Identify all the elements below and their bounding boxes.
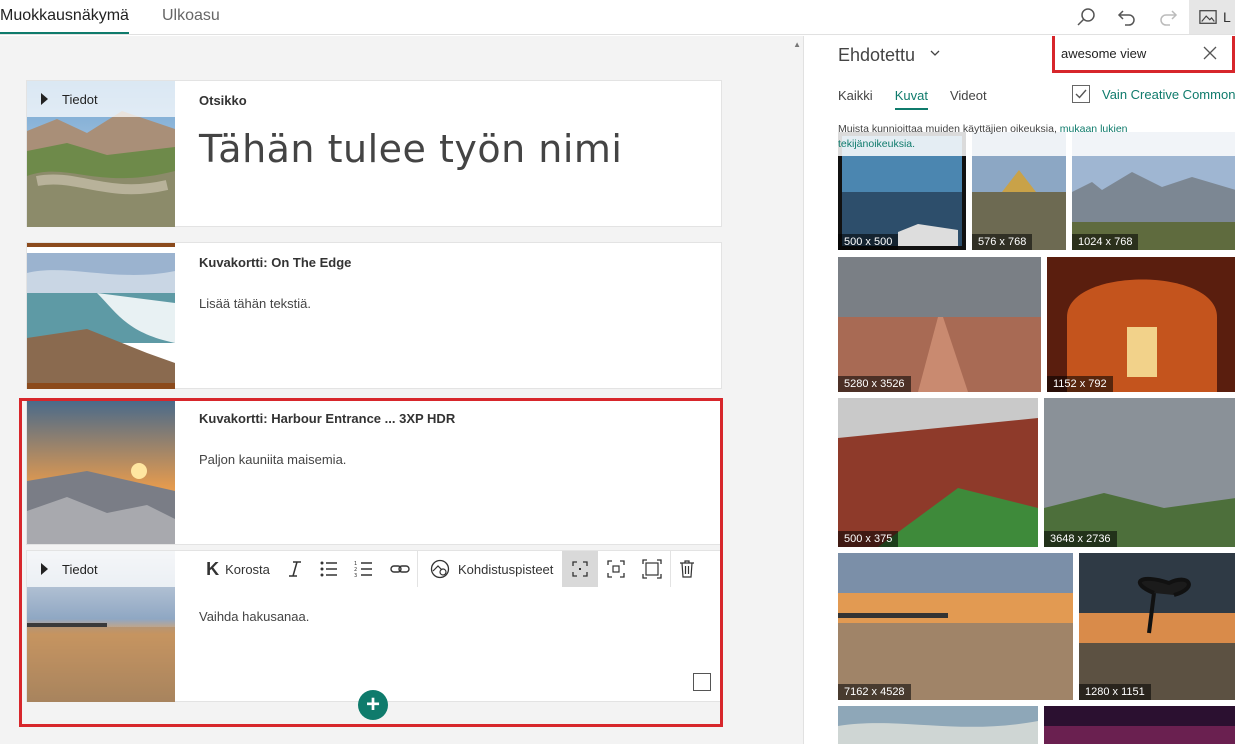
creative-commons-toggle[interactable]: Vain Creative Commons [1072,85,1235,103]
image-size-label: 3648 x 2736 [1044,531,1117,547]
add-card-button[interactable]: + [358,690,388,720]
image-size-label: 576 x 768 [972,234,1033,250]
filter-all[interactable]: Kaikki [838,88,873,110]
result-image[interactable]: 3648 x 2736 [1044,398,1235,547]
details-toggle[interactable]: Tiedot [27,81,175,117]
copyright-notice: Muista kunnioittaa muiden käyttäjien oik… [804,122,1235,156]
search-box [1052,36,1235,73]
result-image[interactable] [1044,706,1235,744]
checkmark-icon [1075,89,1087,99]
image-icon [1199,10,1217,24]
scroll-up-arrow[interactable]: ▲ [793,40,801,49]
undo-icon[interactable] [1114,4,1140,30]
tab-edit-view[interactable]: Muokkausnäkymä [0,0,129,34]
cc-label: Vain Creative Commons [1102,86,1235,102]
result-image[interactable]: 7162 x 4528 [838,553,1073,700]
result-image[interactable]: 1280 x 1151 [1079,553,1235,700]
result-image[interactable]: 500 x 375 [838,398,1038,547]
card-heading: Otsikko [199,93,247,108]
notice-text: Muista kunnioittaa muiden käyttäjien oik… [838,123,1060,135]
insert-image-button[interactable]: L [1189,0,1235,34]
image-size-label: 500 x 500 [838,234,899,250]
image-button-label: L [1223,9,1231,25]
editor-canvas: ▲ Tiedot Otsikko Tähän tulee työn nimi K… [0,36,803,744]
card-heading: Kuvakortti: On The Edge [199,255,352,270]
waterfall-image [27,243,175,389]
details-label: Tiedot [62,91,98,107]
image-size-label: 1152 x 792 [1047,376,1113,392]
close-icon[interactable] [1202,45,1218,61]
image-search-panel: Ehdotettu Kaikki Kuvat Videot Vain Creat… [803,36,1235,744]
image-card-on-the-edge[interactable]: Kuvakortti: On The Edge Lisää tähän teks… [26,242,722,389]
media-filter-tabs: Kaikki Kuvat Videot [838,88,1009,112]
top-bar: Muokkausnäkymä Ulkoasu L [0,0,1235,35]
card-text[interactable]: Lisää tähän tekstiä. [199,296,311,311]
filter-videos[interactable]: Videot [950,88,987,110]
filter-images[interactable]: Kuvat [894,88,928,110]
result-image[interactable] [838,706,1038,744]
tab-layout[interactable]: Ulkoasu [162,0,220,34]
title-card-image: Tiedot [27,81,175,227]
image-size-label: 500 x 375 [838,531,899,547]
result-image[interactable]: 1152 x 792 [1047,257,1235,392]
image-size-label: 1024 x 768 [1072,234,1139,250]
cc-checkbox[interactable] [1072,85,1090,103]
chevron-down-icon[interactable] [930,48,940,58]
image-size-label: 5280 x 3526 [838,376,911,392]
selection-highlight [19,398,723,727]
title-card[interactable]: Tiedot Otsikko Tähän tulee työn nimi [26,80,722,227]
source-dropdown[interactable]: Ehdotettu [838,45,915,66]
image-size-label: 1280 x 1151 [1079,684,1151,700]
search-input[interactable] [1061,43,1201,63]
image-size-label: 7162 x 4528 [838,684,911,700]
redo-icon[interactable] [1155,4,1181,30]
result-image[interactable]: 5280 x 3526 [838,257,1041,392]
search-icon[interactable] [1073,4,1099,30]
work-title[interactable]: Tähän tulee työn nimi [199,127,623,171]
